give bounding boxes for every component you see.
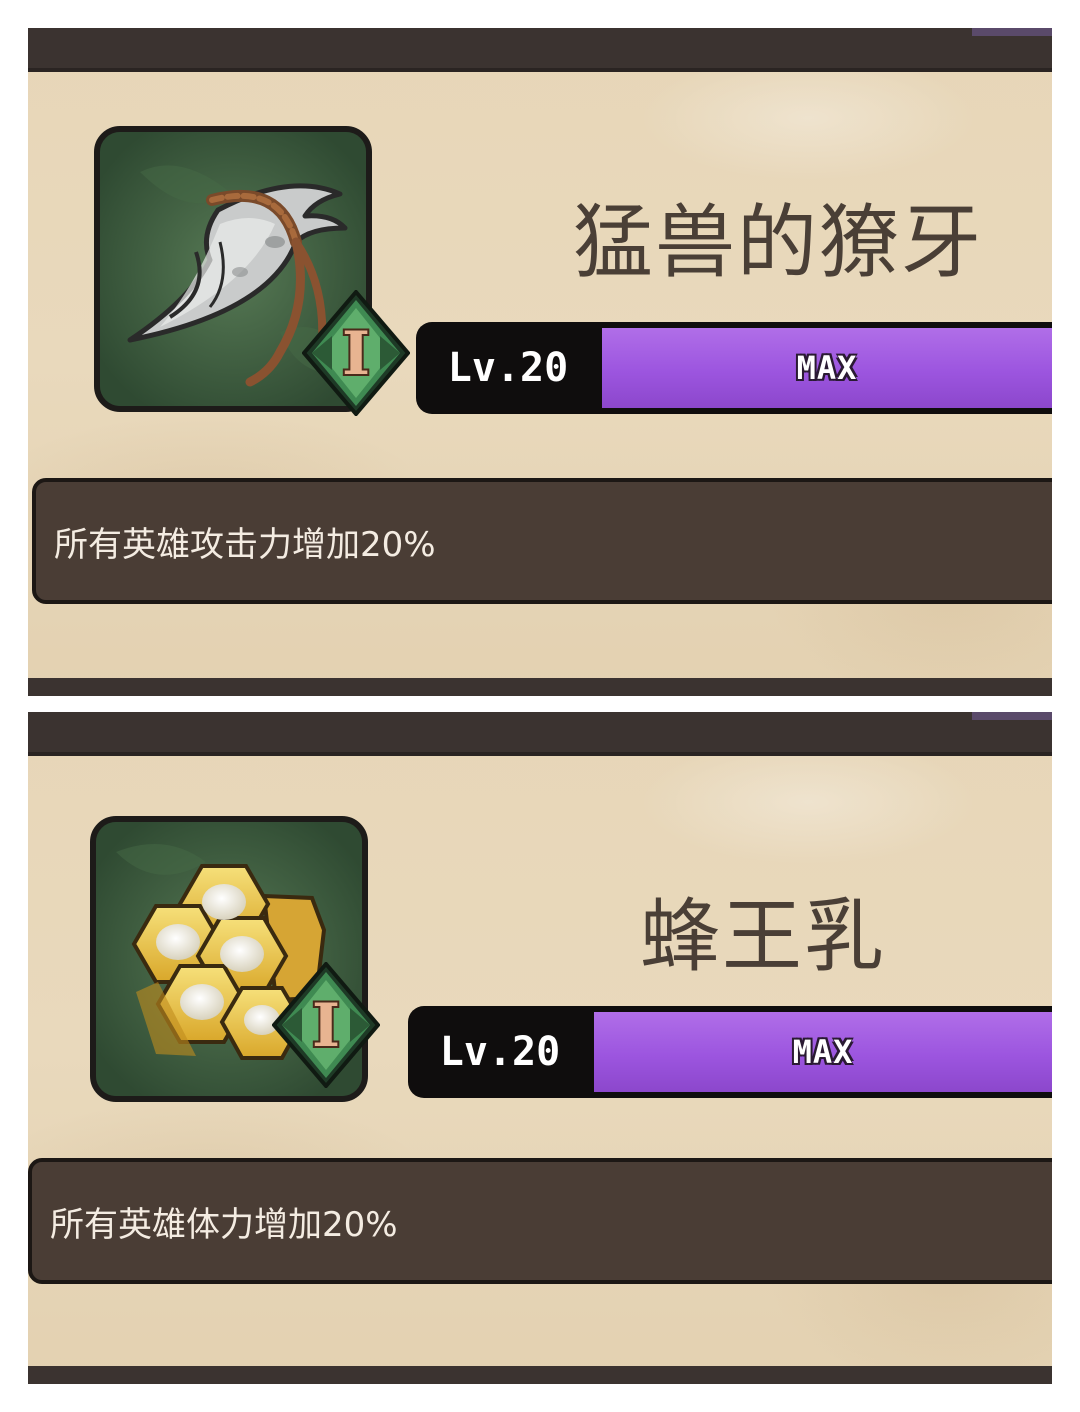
level-track: MAX xyxy=(594,1012,1052,1092)
description-text: 所有英雄攻击力增加20% xyxy=(54,524,436,565)
card-bottom-border xyxy=(28,678,1052,696)
rank-badge: I xyxy=(302,290,410,416)
item-title: 猛兽的獠牙 xyxy=(573,196,983,289)
page: I 猛兽的獠牙 Lv.20 MAX 所有英雄攻击力增加20% I 蜂王乳 Lv.… xyxy=(0,0,1080,1412)
description-box: 所有英雄攻击力增加20% xyxy=(32,478,1052,604)
rank-numeral: I xyxy=(342,319,370,389)
level-max-label: MAX xyxy=(796,349,858,387)
item-card-fang[interactable]: I 猛兽的獠牙 Lv.20 MAX 所有英雄攻击力增加20% xyxy=(28,28,1052,696)
level-label: Lv.20 xyxy=(439,1029,561,1075)
item-card-royal-jelly[interactable]: I 蜂王乳 Lv.20 MAX 所有英雄体力增加20% xyxy=(28,712,1052,1384)
rank-numeral: I xyxy=(312,991,340,1061)
card-bottom-border xyxy=(28,1366,1052,1384)
card-top-border xyxy=(28,712,1052,756)
level-track: MAX xyxy=(602,328,1052,408)
level-bar: Lv.20 MAX xyxy=(416,322,1052,414)
description-text: 所有英雄体力增加20% xyxy=(50,1204,398,1245)
level-bar: Lv.20 MAX xyxy=(408,1006,1052,1098)
description-box: 所有英雄体力增加20% xyxy=(28,1158,1052,1284)
level-max-label: MAX xyxy=(792,1033,854,1071)
card-top-border xyxy=(28,28,1052,72)
item-title: 蜂王乳 xyxy=(640,890,886,983)
level-label: Lv.20 xyxy=(447,345,569,391)
rank-badge: I xyxy=(272,962,380,1088)
